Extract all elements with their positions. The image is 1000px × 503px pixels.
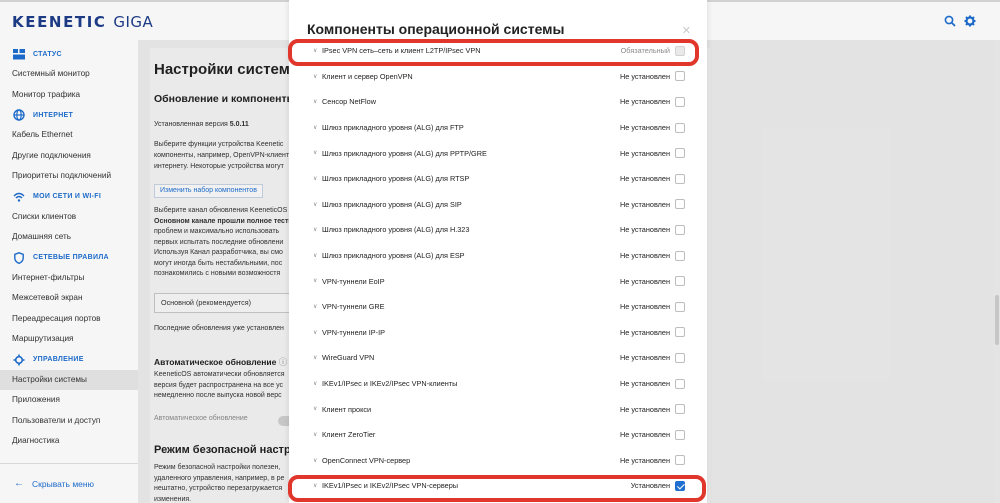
component-row[interactable]: ∨ VPN-туннели GRE Не установлен [289,294,707,320]
component-checkbox[interactable] [675,455,685,466]
component-name: WireGuard VPN [322,353,375,363]
component-checkbox[interactable] [675,404,685,415]
component-status: Не установлен [619,225,670,235]
component-status: Не установлен [619,455,670,465]
chevron-down-icon[interactable]: ∨ [313,380,317,387]
component-status: Не установлен [619,276,670,286]
component-checkbox[interactable] [675,352,685,363]
component-checkbox[interactable] [675,378,685,389]
component-row[interactable]: ∨ Шлюз прикладного уровня (ALG) для ESP Не… [289,243,707,269]
chevron-down-icon[interactable]: ∨ [313,354,317,361]
component-checkbox[interactable] [675,199,685,210]
component-row[interactable]: ∨ VPN-туннели EoIP Не установлен [289,268,707,294]
chevron-down-icon[interactable]: ∨ [313,226,317,233]
component-row[interactable]: ∨ Шлюз прикладного уровня (ALG) для RTSP Н… [289,166,707,192]
component-status: Не установлен [619,404,670,414]
component-name: Сенсор NetFlow [322,97,376,107]
component-status: Не установлен [619,251,670,261]
component-status: Не установлен [619,430,670,440]
component-name: Клиент прокси [322,404,372,414]
component-row[interactable]: ∨ Шлюз прикладного уровня (ALG) для H.323… [289,217,707,243]
chevron-down-icon[interactable]: ∨ [313,98,317,105]
component-row[interactable]: ∨ WireGuard VPN Не установлен [289,345,707,371]
component-checkbox[interactable] [675,327,685,338]
component-checkbox[interactable] [675,96,685,107]
chevron-down-icon[interactable]: ∨ [313,329,317,336]
component-name: OpenConnect VPN-сервер [322,455,411,465]
component-status: Не установлен [619,71,670,81]
component-name: Шлюз прикладного уровня (ALG) для SIP [322,199,462,209]
components-list: ∨ IPsec VPN сеть–сеть и клиент L2TP/IPsec… [289,38,707,499]
component-name: Клиент и сервер OpenVPN [322,71,413,81]
component-name: VPN-туннели IP-IP [322,327,385,337]
component-name: VPN-туннели GRE [322,302,385,312]
component-row[interactable]: ∨ Клиент и сервер OpenVPN Не установлен [289,64,707,90]
component-name: IKEv1/IPsec и IKEv2/IPsec VPN-клиенты [322,379,458,389]
chevron-down-icon[interactable]: ∨ [313,457,317,464]
component-status: Не установлен [619,97,670,107]
chevron-down-icon[interactable]: ∨ [313,252,317,259]
component-row[interactable]: ∨ Сенсор NetFlow Не установлен [289,89,707,115]
component-name: VPN-туннели EoIP [322,276,385,286]
component-name: Клиент ZeroTier [322,430,376,440]
highlight-box-top [288,39,699,66]
highlight-box-bottom [288,475,706,502]
component-checkbox[interactable] [675,301,685,312]
component-status: Не установлен [619,199,670,209]
component-checkbox[interactable] [675,173,685,184]
component-status: Не установлен [619,123,670,133]
component-status: Не установлен [619,174,670,184]
component-row[interactable]: ∨ Шлюз прикладного уровня (ALG) для PPTP/… [289,140,707,166]
chevron-down-icon[interactable]: ∨ [313,431,317,438]
component-status: Не установлен [619,302,670,312]
component-status: Не установлен [619,353,670,363]
chevron-down-icon[interactable]: ∨ [313,124,317,131]
chevron-down-icon[interactable]: ∨ [313,175,317,182]
component-name: Шлюз прикладного уровня (ALG) для ESP [322,251,465,261]
component-checkbox[interactable] [675,148,685,159]
component-row[interactable]: ∨ OpenConnect VPN-сервер Не установлен [289,448,707,474]
component-name: Шлюз прикладного уровня (ALG) для FTP [322,123,464,133]
component-row[interactable]: ∨ IKEv1/IPsec и IKEv2/IPsec VPN-клиенты Не… [289,371,707,397]
component-name: Шлюз прикладного уровня (ALG) для RTSP [322,174,470,184]
chevron-down-icon[interactable]: ∨ [313,201,317,208]
component-checkbox[interactable] [675,276,685,287]
component-status: Не установлен [619,379,670,389]
component-row[interactable]: ∨ Шлюз прикладного уровня (ALG) для SIP Не… [289,192,707,218]
chevron-down-icon[interactable]: ∨ [313,73,317,80]
component-name: Шлюз прикладного уровня (ALG) для PPTP/G… [322,148,487,158]
component-checkbox[interactable] [675,429,685,440]
component-name: Шлюз прикладного уровня (ALG) для H.323 [322,225,470,235]
component-checkbox[interactable] [675,224,685,235]
component-status: Не установлен [619,327,670,337]
components-dialog: Компоненты операционной системы ✕ ∨ IPsec… [289,0,707,503]
component-row[interactable]: ∨ Клиент прокси Не установлен [289,396,707,422]
component-checkbox[interactable] [675,71,685,82]
component-status: Не установлен [619,148,670,158]
component-row[interactable]: ∨ Шлюз прикладного уровня (ALG) для FTP Не… [289,115,707,141]
component-row[interactable]: ∨ Клиент ZeroTier Не установлен [289,422,707,448]
chevron-down-icon[interactable]: ∨ [313,303,317,310]
chevron-down-icon[interactable]: ∨ [313,405,317,412]
component-checkbox[interactable] [675,122,685,133]
dialog-title: Компоненты операционной системы [307,21,565,37]
component-checkbox[interactable] [675,250,685,261]
chevron-down-icon[interactable]: ∨ [313,277,317,284]
chevron-down-icon[interactable]: ∨ [313,149,317,156]
component-row[interactable]: ∨ VPN-туннели IP-IP Не установлен [289,320,707,346]
close-icon[interactable]: ✕ [682,24,691,37]
